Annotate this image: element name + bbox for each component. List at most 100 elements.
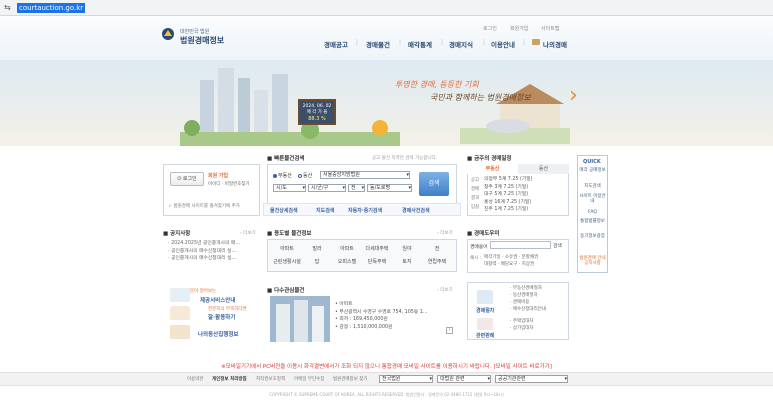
example-terms: 매각기일 · 소유권 · 분할채권 대항력 · 배당요구 · 지상권 [484, 255, 539, 267]
list-item[interactable]: · 매수신청대리안내 [510, 306, 568, 313]
quick-search-note: 공고 물건 지역만 검색 가능합니다. [372, 156, 438, 161]
nav-auction-knowledge[interactable]: 경매지식 [449, 39, 473, 49]
list-item[interactable]: 대구 5계 7.25 (기일) [484, 191, 566, 199]
join-title[interactable]: 회원 가입 [208, 172, 228, 179]
category-row-house[interactable]: 연립주택 [422, 258, 452, 265]
logo-title[interactable]: 법원경매정보 [180, 35, 224, 46]
link-vehicle-search[interactable]: 자동차·중기검색 [348, 207, 382, 214]
schedule-title: ■ 금주의 경매일정 [467, 156, 512, 162]
banner-next-arrow[interactable]: › [569, 85, 578, 107]
list-item[interactable]: · 공인중개사의 매수신청대리 실… [168, 255, 260, 263]
find-id-link[interactable]: 아이디 · 비밀번호찾기 [208, 181, 250, 187]
quick-menu-title: QUICK [583, 159, 601, 165]
category-more-link[interactable]: › 더보기 [437, 230, 453, 236]
term-label: 경매용어 [470, 245, 488, 250]
quick-item-site-guide[interactable]: 사이트 이용안내 [579, 194, 606, 204]
link-map-search[interactable]: 지도검색 [316, 207, 334, 214]
category-apartment[interactable]: 아파트 [272, 245, 302, 252]
footer-link-terms[interactable]: 이용약관 [187, 376, 204, 382]
quick-item-notice[interactable]: 법원경매 안내 공지사항 [579, 256, 606, 266]
hand-icon [170, 306, 190, 320]
list-item[interactable]: · 주택임대차 [510, 318, 568, 325]
link-case-search[interactable]: 경매사건검색 [402, 207, 430, 214]
list-item[interactable]: 청주 3계 7.25 (기일) [484, 184, 566, 192]
term-search-button[interactable]: 검색 [553, 242, 562, 249]
list-item[interactable]: · 경매비용 [510, 299, 568, 306]
category-paddy[interactable]: 답 [302, 258, 332, 265]
quick-item-sale-info[interactable]: 매각 공매정보 [579, 168, 606, 173]
featured-next-button[interactable]: › [446, 327, 453, 334]
banner-slogan: 투명한 경매, 동등한 기회 [395, 80, 479, 89]
region-select-4[interactable]: 동/도로명 ▾ [367, 184, 412, 192]
nav-guide[interactable]: 이용안내 [491, 39, 515, 49]
category-forest[interactable]: 임야 [392, 245, 422, 252]
quick-item-registry[interactable]: 등기정보광장 [579, 234, 606, 239]
city-skyline-illustration [180, 68, 400, 146]
address-bar[interactable]: ⇆ courtauction.go.kr [0, 0, 773, 16]
supreme-court-select[interactable]: 대법원 관련 ▾ [437, 375, 491, 383]
footer-link-find[interactable]: 법원경매정보 찾기 [333, 376, 368, 382]
nav-sale-stats[interactable]: 매각통계 [408, 39, 432, 49]
precedent-link[interactable]: 관련판례 [476, 332, 494, 339]
nav-auction-notice[interactable]: 경매공고 [324, 39, 348, 49]
category-officetel[interactable]: 오피스텔 [332, 258, 362, 265]
url-text[interactable]: courtauction.go.kr [17, 3, 86, 13]
list-item[interactable]: 진주 1계 7.25 (기일) [484, 206, 566, 214]
public-agency-select[interactable]: 공공기관관련 ▾ [495, 375, 568, 383]
quick-item-faq[interactable]: FAQ [579, 210, 606, 215]
login-button[interactable]: ⏻ 로그인 [170, 172, 204, 186]
term-input[interactable] [490, 241, 551, 249]
usage-link[interactable]: 잘·활용하기 [208, 313, 235, 321]
category-field[interactable]: 전 [422, 245, 452, 252]
region-select-2[interactable]: 시/군/구 ▾ [308, 184, 346, 192]
featured-more-link[interactable]: › 더보기 [437, 287, 453, 293]
court-site-select[interactable]: 전국법원 ▾ [379, 375, 433, 383]
mobile-notice[interactable]: ※모바일기기에서 PC버전을 이용시 화각결변에서가 조화 되지 않으니 통합경… [0, 362, 773, 370]
sitemap-link[interactable]: 사이트맵 [541, 25, 559, 32]
category-grid: 아파트 빌라 아파트 다세대주택 임야 전 근린생활시설 답 오피스텔 단독주택… [272, 245, 452, 265]
sale-rate-value: 88.3 % [308, 116, 326, 122]
my-movable-info-link[interactable]: 나의동산집행정보 [198, 330, 238, 338]
radio-real-estate[interactable]: 부동산 [273, 172, 292, 179]
favorite-hint[interactable]: ☆ 법원경매 사이트를 즐겨찾기에 추가 [168, 203, 240, 209]
procedure-link[interactable]: 경매절차 [476, 307, 494, 314]
category-apartment-2[interactable]: 아파트 [332, 245, 362, 252]
list-item[interactable]: · 상가임대차 [510, 325, 568, 332]
folder-icon [532, 39, 540, 45]
list-item[interactable]: 홍성 16계 7.25 (기일) [484, 199, 566, 207]
footer-link-privacy[interactable]: 개인정보 처리방침 [212, 376, 247, 382]
apartment-photo[interactable] [270, 296, 330, 342]
service-guide-link[interactable]: 제공서비스안내 [200, 296, 235, 304]
court-logo-icon[interactable] [161, 27, 175, 41]
radio-movable[interactable]: 동산 [298, 172, 312, 179]
list-item[interactable]: · 부동산경매절차 [510, 285, 568, 292]
login-link[interactable]: 로그인 [483, 25, 497, 32]
search-button[interactable]: 검색 [419, 172, 449, 196]
footer-link-copyright[interactable]: 저작권보호정책 [256, 376, 285, 382]
category-detached[interactable]: 단독주택 [362, 258, 392, 265]
category-land[interactable]: 토지 [392, 258, 422, 265]
join-link[interactable]: 회원가입 [510, 25, 528, 32]
featured-address[interactable]: • 부산광역시 수영구 수영로 754, 105동 1… [335, 309, 455, 317]
category-neighborhood[interactable]: 근린생활시설 [272, 258, 302, 265]
notice-more-link[interactable]: › 더보기 [240, 230, 256, 236]
list-item[interactable]: 의정부 5계 7.25 (기일) [484, 176, 566, 184]
category-multiplex[interactable]: 다세대주택 [362, 245, 392, 252]
region-select-3[interactable]: 전 ▾ [348, 184, 365, 192]
tab-real-estate[interactable]: 부동산 [467, 164, 518, 174]
quick-item-map[interactable]: 지도검색 [579, 184, 606, 189]
list-item[interactable]: · 공인중개사의 매수신청대리 실… [168, 248, 260, 256]
nav-auction-items[interactable]: 경매물건 [366, 39, 390, 49]
quick-item-law-info[interactable]: 통합법률정보 [579, 219, 606, 224]
link-detail-search[interactable]: 물건상세검색 [270, 207, 298, 214]
featured-type: • 아파트 [335, 302, 353, 307]
tab-movable[interactable]: 동산 [518, 164, 569, 174]
list-item[interactable]: · 동산경매절차 [510, 292, 568, 299]
list-item[interactable]: · 2024.2025년 공인중개사의 매… [168, 240, 260, 248]
site-settings-icon[interactable]: ⇆ [4, 3, 14, 13]
court-select[interactable]: 서울중앙지방법원 ▾ [320, 171, 410, 179]
category-villa[interactable]: 빌라 [302, 245, 332, 252]
region-select-1[interactable]: 시/도 ▾ [273, 184, 306, 192]
footer-link-email[interactable]: 이메일 무단수집 [294, 376, 324, 382]
nav-my-auction[interactable]: 나의경매 [543, 39, 567, 49]
